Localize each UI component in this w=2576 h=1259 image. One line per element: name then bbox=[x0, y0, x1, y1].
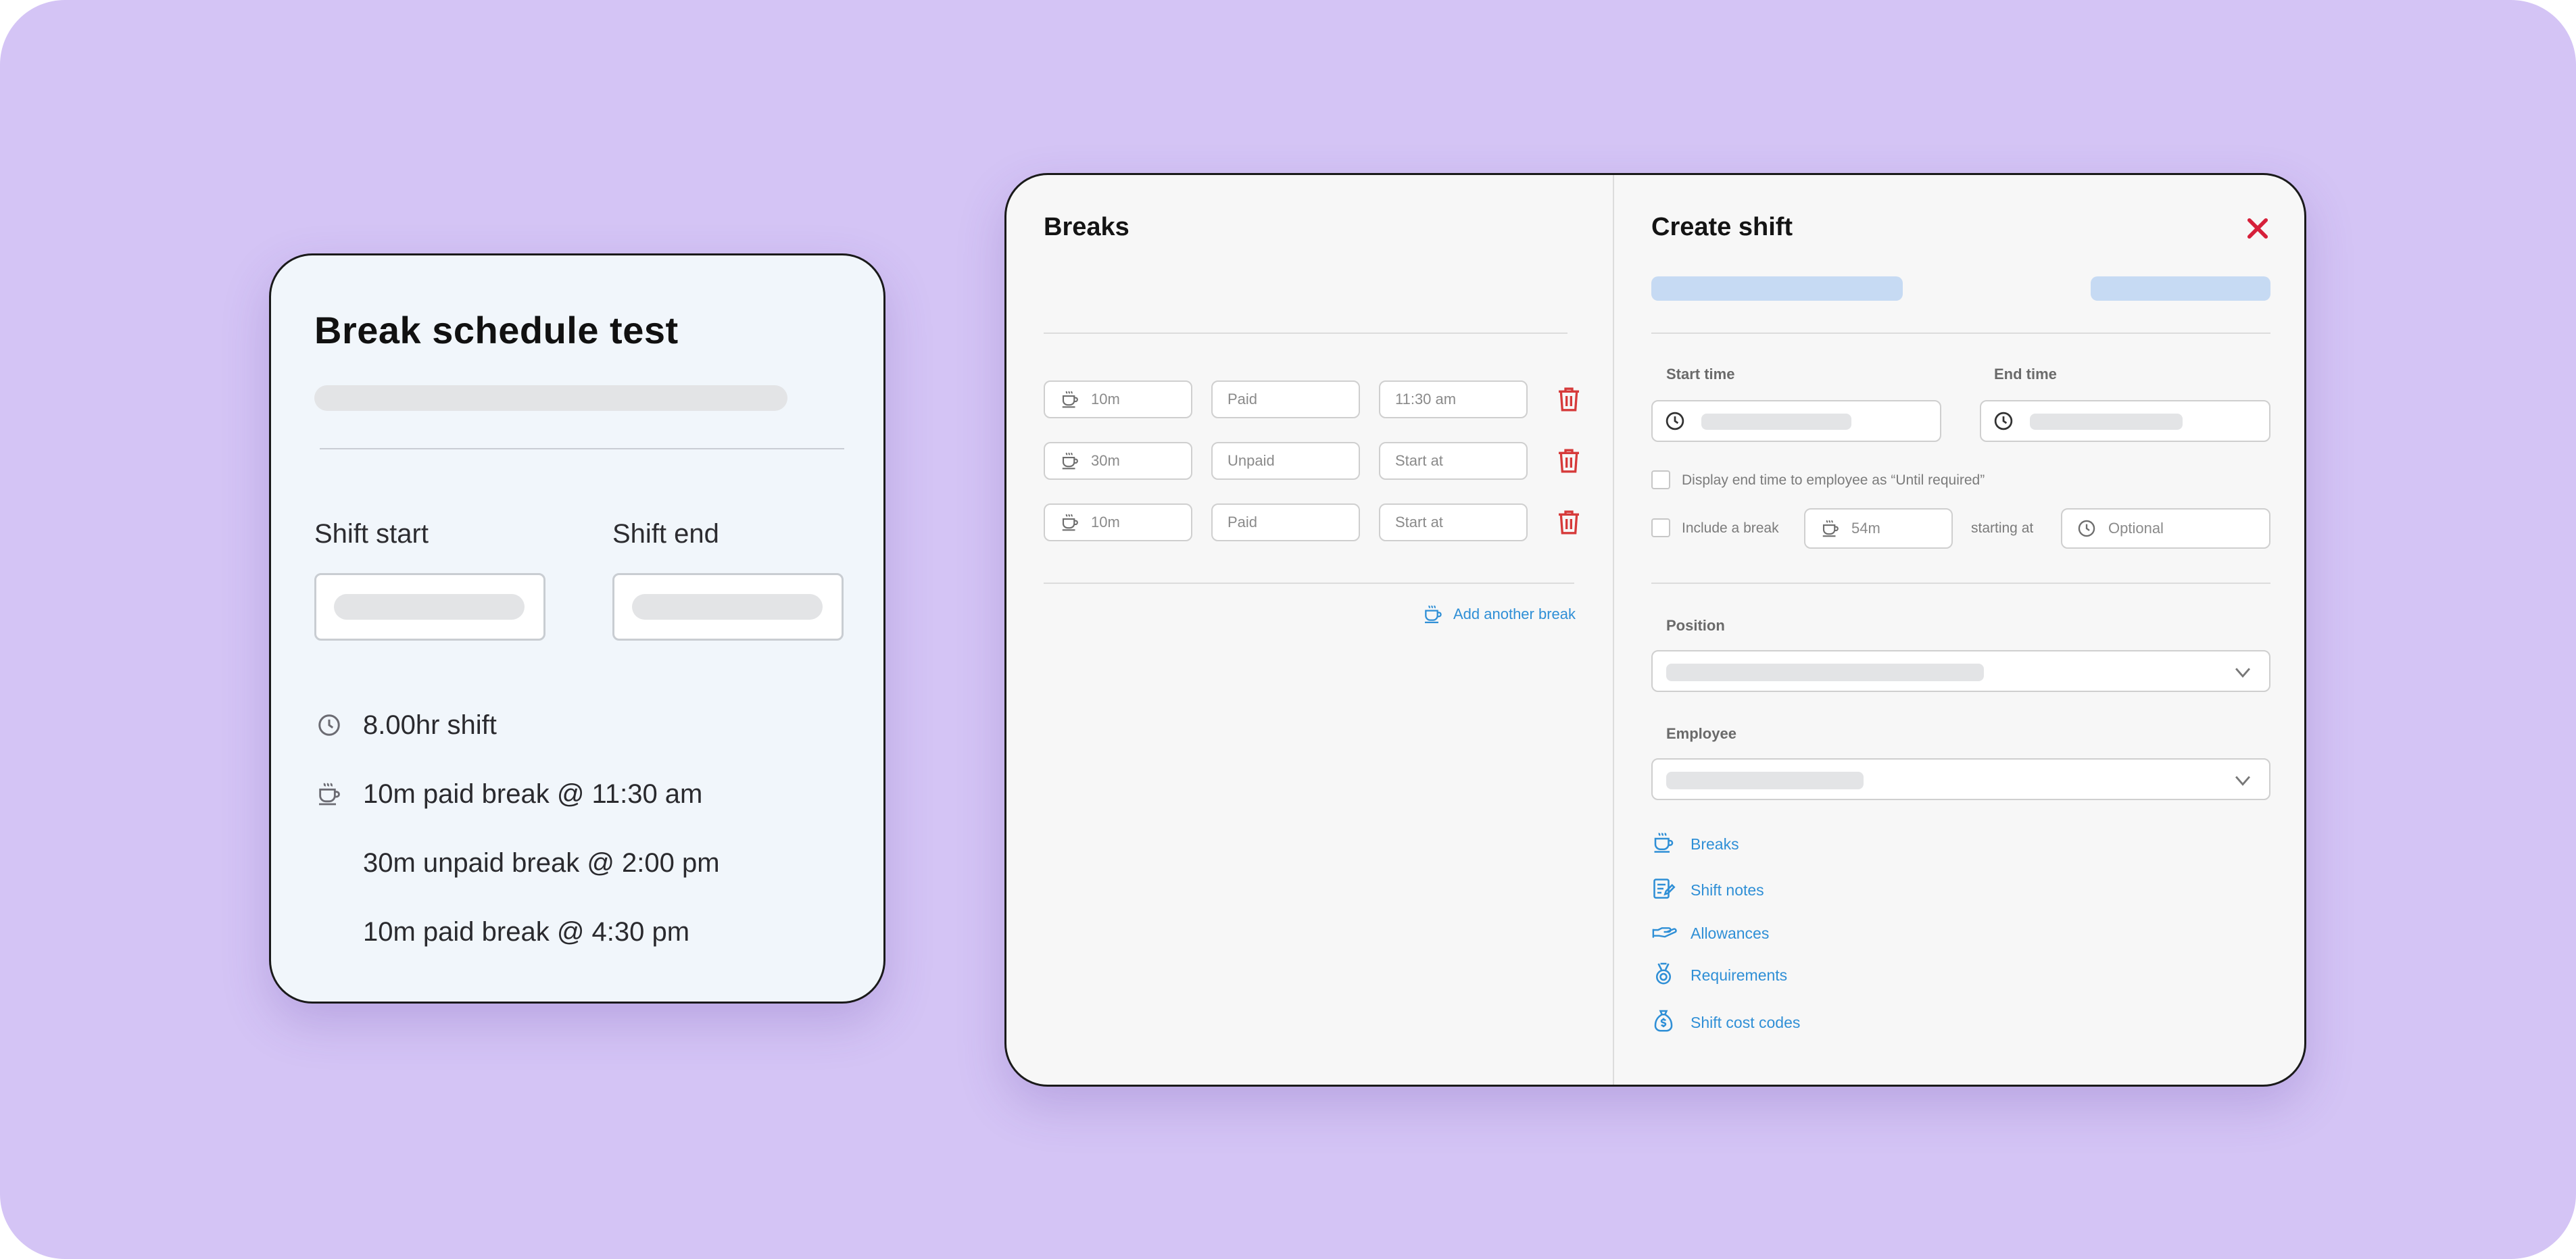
position-label: Position bbox=[1666, 617, 1725, 634]
end-time-label: End time bbox=[1994, 366, 2057, 382]
shift-notes-link-label: Shift notes bbox=[1691, 881, 1764, 899]
break-duration-input[interactable]: 10m bbox=[1044, 380, 1192, 418]
include-break-checkbox[interactable] bbox=[1651, 518, 1670, 537]
trash-icon[interactable] bbox=[1555, 508, 1582, 537]
break-duration-value: 30m bbox=[1091, 452, 1120, 469]
money-bag-icon bbox=[1651, 1009, 1678, 1036]
starting-at-label: starting at bbox=[1971, 520, 2034, 536]
break-start-input[interactable]: Start at bbox=[1379, 442, 1528, 480]
create-shift-divider-bottom bbox=[1651, 583, 2270, 584]
allowances-link[interactable]: Allowances bbox=[1651, 920, 1769, 947]
coffee-cup-icon bbox=[1651, 831, 1678, 858]
break-start-value: 11:30 am bbox=[1395, 391, 1457, 408]
clock-icon bbox=[1665, 411, 1686, 433]
break-schedule-summary-card: Break schedule test Shift start Shift en… bbox=[269, 253, 885, 1004]
shift-length-text: 8.00hr shift bbox=[363, 710, 497, 740]
display-end-time-checkbox[interactable] bbox=[1651, 470, 1670, 489]
coffee-cup-icon bbox=[1820, 518, 1842, 539]
employee-label: Employee bbox=[1666, 725, 1736, 742]
employee-select[interactable] bbox=[1651, 758, 2270, 800]
breaks-divider-top bbox=[1044, 332, 1568, 334]
break-start-input[interactable]: 11:30 am bbox=[1379, 380, 1528, 418]
break-type-value: Unpaid bbox=[1228, 452, 1275, 469]
break-summary-row: 10m paid break @ 11:30 am bbox=[314, 774, 702, 814]
breaks-pane-title: Breaks bbox=[1044, 213, 1129, 241]
header-placeholder-left bbox=[1651, 276, 1903, 301]
start-time-label: Start time bbox=[1666, 366, 1735, 382]
include-break-label: Include a break bbox=[1682, 520, 1779, 536]
chevron-down-icon bbox=[2231, 661, 2254, 684]
summary-divider bbox=[320, 448, 844, 449]
add-another-break-link[interactable]: Add another break bbox=[1422, 603, 1576, 625]
break-start-value: Start at bbox=[1395, 514, 1443, 530]
break-summary-2: 30m unpaid break @ 2:00 pm bbox=[363, 847, 720, 878]
shift-start-placeholder bbox=[334, 594, 525, 620]
coffee-cup-icon bbox=[1060, 389, 1082, 410]
requirements-link-label: Requirements bbox=[1691, 966, 1788, 984]
break-start-input[interactable]: Start at bbox=[1379, 503, 1528, 541]
background-canvas: Break schedule test Shift start Shift en… bbox=[0, 0, 2576, 1259]
coffee-cup-icon bbox=[1060, 450, 1082, 472]
break-duration-value: 10m bbox=[1091, 391, 1120, 408]
pane-divider bbox=[1613, 175, 1614, 1085]
break-start-value: Start at bbox=[1395, 452, 1443, 469]
break-type-value: Paid bbox=[1228, 514, 1258, 530]
break-type-select[interactable]: Paid bbox=[1211, 380, 1360, 418]
shift-editor-modal: Breaks 10m Paid 11:30 am 30m Unpaid Star… bbox=[1004, 173, 2306, 1087]
break-type-value: Paid bbox=[1228, 391, 1258, 408]
breaks-link[interactable]: Breaks bbox=[1651, 831, 1739, 858]
include-break-duration-value: 54m bbox=[1851, 520, 1880, 537]
break-type-select[interactable]: Unpaid bbox=[1211, 442, 1360, 480]
coffee-cup-icon bbox=[314, 779, 344, 809]
shift-start-label: Shift start bbox=[314, 519, 429, 549]
position-select[interactable] bbox=[1651, 650, 2270, 692]
medal-icon bbox=[1651, 962, 1678, 989]
break-duration-input[interactable]: 10m bbox=[1044, 503, 1192, 541]
summary-title: Break schedule test bbox=[314, 309, 679, 351]
allowances-link-label: Allowances bbox=[1691, 924, 1770, 942]
hand-icon bbox=[1651, 920, 1678, 947]
include-break-duration-input[interactable]: 54m bbox=[1804, 508, 1953, 549]
create-shift-title: Create shift bbox=[1651, 213, 1793, 241]
break-starting-at-placeholder: Optional bbox=[2108, 520, 2164, 537]
breaks-link-label: Breaks bbox=[1691, 835, 1739, 853]
break-duration-input[interactable]: 30m bbox=[1044, 442, 1192, 480]
position-placeholder bbox=[1666, 664, 1984, 681]
chevron-down-icon bbox=[2231, 769, 2254, 792]
break-duration-value: 10m bbox=[1091, 514, 1120, 530]
clock-icon bbox=[1993, 411, 2015, 433]
start-time-input[interactable] bbox=[1651, 400, 1941, 442]
shift-cost-codes-link[interactable]: Shift cost codes bbox=[1651, 1009, 1800, 1036]
header-placeholder-right bbox=[2091, 276, 2270, 301]
break-type-select[interactable]: Paid bbox=[1211, 503, 1360, 541]
coffee-cup-icon bbox=[1422, 603, 1444, 625]
shift-end-input[interactable] bbox=[612, 573, 844, 641]
shift-start-input[interactable] bbox=[314, 573, 545, 641]
subtitle-placeholder bbox=[314, 385, 787, 411]
breaks-divider-bottom bbox=[1044, 583, 1574, 584]
requirements-link[interactable]: Requirements bbox=[1651, 962, 1787, 989]
trash-icon[interactable] bbox=[1555, 385, 1582, 414]
break-starting-at-input[interactable]: Optional bbox=[2061, 508, 2270, 549]
coffee-cup-icon bbox=[1060, 512, 1082, 533]
create-shift-divider-top bbox=[1651, 332, 2270, 334]
shift-end-label: Shift end bbox=[612, 519, 719, 549]
shift-cost-codes-link-label: Shift cost codes bbox=[1691, 1013, 1801, 1031]
start-time-placeholder bbox=[1701, 414, 1851, 430]
end-time-input[interactable] bbox=[1980, 400, 2270, 442]
close-icon[interactable] bbox=[2243, 214, 2272, 243]
end-time-placeholder bbox=[2030, 414, 2183, 430]
shift-notes-link[interactable]: Shift notes bbox=[1651, 877, 1764, 904]
shift-length-row: 8.00hr shift bbox=[314, 705, 497, 745]
clock-icon bbox=[2077, 518, 2099, 539]
employee-placeholder bbox=[1666, 772, 1864, 789]
clock-icon bbox=[314, 710, 344, 740]
notes-icon bbox=[1651, 877, 1678, 904]
display-end-time-label: Display end time to employee as “Until r… bbox=[1682, 472, 1985, 488]
break-summary-3: 10m paid break @ 4:30 pm bbox=[363, 916, 690, 947]
add-another-break-label: Add another break bbox=[1453, 606, 1576, 622]
shift-end-placeholder bbox=[632, 594, 823, 620]
break-summary-1: 10m paid break @ 11:30 am bbox=[363, 779, 703, 809]
trash-icon[interactable] bbox=[1555, 446, 1582, 476]
